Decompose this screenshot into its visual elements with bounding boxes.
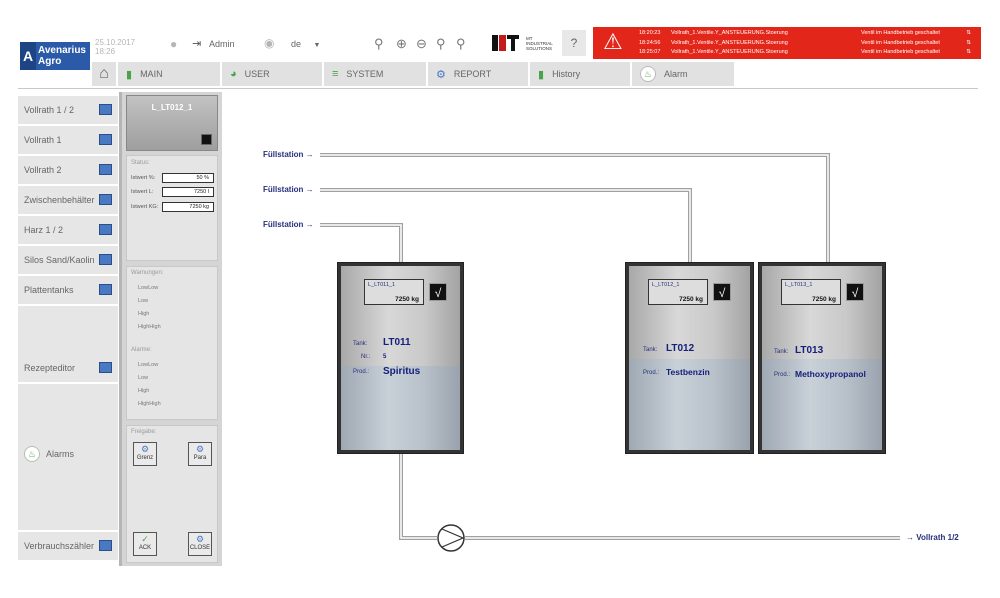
pump-icon[interactable]: [437, 524, 465, 552]
product-name: Spiritus: [383, 366, 421, 377]
tank-id: LT011: [383, 337, 411, 348]
tank-label: Tank:: [774, 349, 789, 355]
prod-label: Prod.:: [774, 372, 791, 378]
tag-name: L_LT011_1: [368, 282, 396, 288]
tag-name: L_LT012_1: [652, 282, 680, 288]
tank-label: Tank:: [353, 341, 368, 347]
product-name: Testbenzin: [666, 367, 710, 377]
level-value: 7250 kg: [812, 296, 836, 303]
tank-id: LT013: [795, 345, 824, 356]
outlet-vollrath[interactable]: → Vollrath 1/2: [906, 533, 959, 542]
tank-lt012[interactable]: L_LT012_1 7250 kg √ Tank: LT012 Prod.: T…: [625, 262, 754, 454]
level-value: 7250 kg: [679, 296, 703, 303]
prod-label: Prod.:: [643, 370, 660, 376]
tag-name: L_LT013_1: [785, 282, 813, 288]
tank-liquid: [341, 366, 460, 450]
tank-lt011[interactable]: L_LT011_1 7250 kg √ Tank: LT011 Nr.: 5 P…: [337, 262, 464, 454]
nr-value: 5: [383, 354, 387, 360]
level-display[interactable]: L_LT013_1 7250 kg: [781, 279, 841, 305]
tank-label: Tank:: [643, 347, 658, 353]
tank-body: L_LT011_1 7250 kg √ Tank: LT011 Nr.: 5 P…: [341, 266, 460, 450]
fill-station-3[interactable]: Füllstation →: [263, 220, 314, 229]
prod-label: Prod.:: [353, 369, 370, 375]
trend-icon[interactable]: √: [429, 283, 447, 301]
trend-icon[interactable]: √: [713, 283, 731, 301]
fill-station-1[interactable]: Füllstation →: [263, 150, 314, 159]
level-value: 7250 kg: [395, 296, 419, 303]
trend-icon[interactable]: √: [846, 283, 864, 301]
level-display[interactable]: L_LT011_1 7250 kg: [364, 279, 424, 305]
tank-body: L_LT012_1 7250 kg √ Tank: LT012 Prod.: T…: [629, 266, 750, 450]
tank-id: LT012: [666, 343, 695, 354]
tank-lt013[interactable]: L_LT013_1 7250 kg √ Tank: LT013 Prod.: M…: [758, 262, 886, 454]
fill-station-2[interactable]: Füllstation →: [263, 185, 314, 194]
nr-label: Nr.:: [361, 354, 371, 360]
level-display[interactable]: L_LT012_1 7250 kg: [648, 279, 708, 305]
product-name: Methoxypropanol: [795, 369, 866, 379]
tank-body: L_LT013_1 7250 kg √ Tank: LT013 Prod.: M…: [762, 266, 882, 450]
